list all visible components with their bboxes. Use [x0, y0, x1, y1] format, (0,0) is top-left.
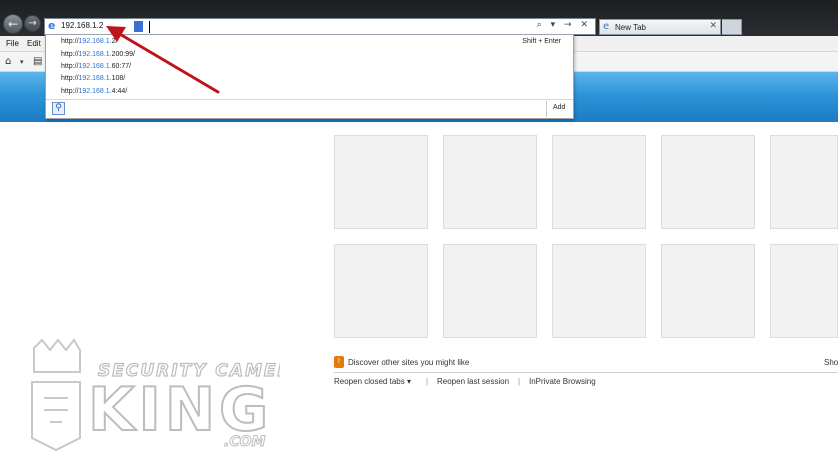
divider	[334, 372, 838, 373]
suggestion-suffix: 2/	[111, 38, 118, 45]
reopen-last-session-link[interactable]: Reopen last session	[437, 377, 509, 386]
address-suggestions-dropdown: Shift + Enter http://192.168.1.2/ http:/…	[45, 34, 574, 119]
forward-arrow-icon[interactable]: →	[24, 15, 41, 32]
menu-edit[interactable]: Edit	[27, 39, 41, 48]
suggestion-prefix: http://	[61, 38, 79, 45]
site-tile[interactable]	[552, 135, 646, 229]
tab-label: New Tab	[615, 23, 646, 32]
suggestion-host: 192.168.1.	[78, 38, 112, 45]
shield-shape	[31, 381, 81, 452]
suggestion-prefix: http://	[61, 63, 79, 70]
discover-link[interactable]: Discover other sites you might like	[348, 358, 469, 367]
text-caret	[149, 21, 150, 33]
site-tile[interactable]	[661, 135, 755, 229]
dropdown-divider	[46, 99, 573, 100]
tab-new-tab[interactable]: e New Tab ✕	[599, 19, 721, 35]
tab-close-icon[interactable]: ✕	[709, 21, 717, 31]
site-tile[interactable]	[552, 244, 646, 338]
suggestion-prefix: http://	[61, 51, 79, 58]
link-separator: |	[518, 377, 521, 386]
search-icon[interactable]: ⚲	[52, 102, 65, 115]
suggestion-suffix: 4:44/	[111, 88, 128, 95]
suggestion-suffix: 108/	[111, 75, 126, 82]
suggestion-item[interactable]: http://192.168.1.200:99/	[61, 51, 135, 58]
suggestion-suffix: 60:77/	[111, 63, 132, 70]
title-bar: ← → e 192.168.1.2 ⌕ ▾ → ✕ e New Tab ✕	[0, 0, 838, 36]
site-tile[interactable]	[770, 244, 838, 338]
shift-enter-hint: Shift + Enter	[522, 38, 561, 45]
security-camera-king-logo: SECURITY CAMERA KING .COM	[31, 338, 280, 452]
add-search-provider-button[interactable]: Add	[553, 104, 565, 111]
ie-logo-icon: e	[48, 19, 56, 32]
site-tile[interactable]	[661, 244, 755, 338]
site-tile[interactable]	[443, 135, 537, 229]
suggestion-item[interactable]: http://192.168.1.60:77/	[61, 63, 131, 70]
site-tile[interactable]	[334, 244, 428, 338]
address-bar[interactable]: e 192.168.1.2 ⌕ ▾ → ✕	[44, 18, 596, 35]
ie-tab-icon: e	[603, 21, 610, 32]
text-selection	[134, 21, 143, 32]
inprivate-browsing-link[interactable]: InPrivate Browsing	[529, 377, 596, 386]
suggestion-item[interactable]: http://192.168.1.2/	[61, 38, 117, 45]
menu-file[interactable]: File	[6, 39, 19, 48]
link-separator: |	[426, 377, 429, 386]
suggestion-host: 192.168.1.	[78, 51, 112, 58]
suggestion-prefix: http://	[61, 88, 79, 95]
feeds-icon[interactable]: ▤	[33, 56, 42, 67]
suggestion-item[interactable]: http://192.168.1.4:44/	[61, 88, 127, 95]
back-arrow-icon[interactable]: ←	[3, 14, 23, 34]
browser-window: ← → e 192.168.1.2 ⌕ ▾ → ✕ e New Tab ✕ Fi…	[0, 0, 838, 474]
site-tile[interactable]	[334, 135, 428, 229]
shield-detail	[44, 397, 68, 423]
site-tile[interactable]	[443, 244, 537, 338]
suggestion-host: 192.168.1.	[78, 75, 112, 82]
suggestion-suffix: 200:99/	[111, 51, 135, 58]
add-separator	[546, 101, 547, 117]
home-icon[interactable]: ⌂	[5, 56, 11, 67]
suggestion-prefix: http://	[61, 75, 79, 82]
crown-shape	[33, 338, 81, 373]
suggestion-host: 192.168.1.	[78, 88, 112, 95]
address-input[interactable]: 192.168.1.2	[61, 21, 103, 30]
site-tile[interactable]	[770, 135, 838, 229]
address-tools[interactable]: ⌕ ▾ → ✕	[537, 20, 591, 30]
suggestion-item[interactable]: http://192.168.1.108/	[61, 75, 125, 82]
dropdown-caret-icon[interactable]: ▾	[20, 58, 24, 66]
new-tab-button[interactable]	[722, 19, 742, 35]
show-sites-link[interactable]: Sho	[824, 358, 838, 367]
suggestion-host: 192.168.1.	[78, 63, 112, 70]
reopen-closed-tabs-link[interactable]: Reopen closed tabs ▾	[334, 377, 411, 386]
discover-icon: !	[334, 356, 344, 368]
logo-line-3: .COM	[224, 434, 265, 450]
